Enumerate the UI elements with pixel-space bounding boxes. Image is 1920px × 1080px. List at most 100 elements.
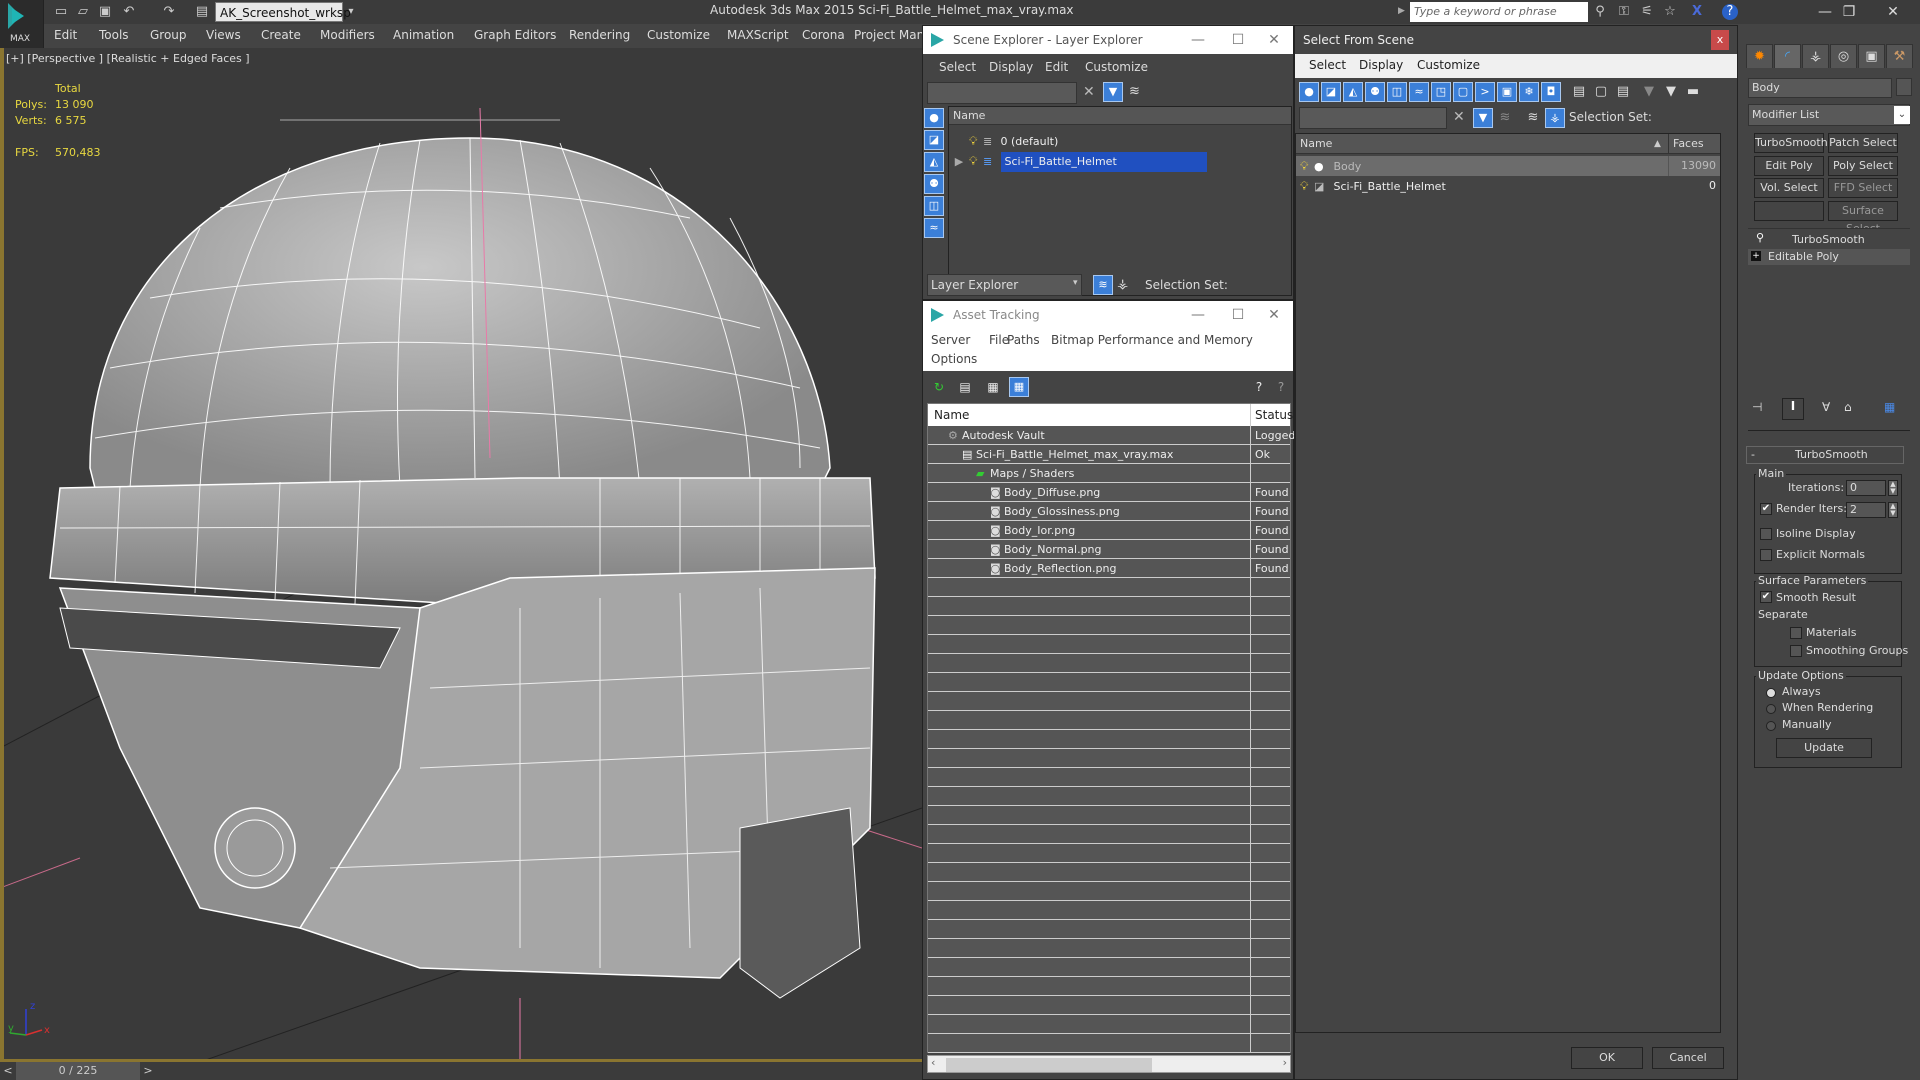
filter-icon[interactable]: ▼ (1639, 82, 1659, 102)
vol-select-button[interactable]: Vol. Select (1754, 178, 1824, 198)
visibility-bulb-icon[interactable]: 💡︎ (969, 151, 983, 171)
project-icon[interactable]: ▤ (193, 3, 211, 21)
column-name[interactable]: Name (934, 404, 969, 426)
render-iters-spinner[interactable]: ▲ ▼ (1888, 502, 1898, 518)
scene-explorer-titlebar[interactable]: Scene Explorer - Layer Explorer — ☐ ✕ (923, 26, 1293, 54)
materials-checkbox[interactable] (1790, 627, 1802, 639)
star-icon[interactable]: ☆ (1661, 3, 1679, 21)
ffd-select-button[interactable]: FFD Select (1828, 178, 1898, 198)
asset-row[interactable]: ▤ Sci-Fi_Battle_Helmet_max_vray.max Ok (928, 445, 1290, 464)
minimize-button[interactable]: — (1183, 301, 1213, 329)
containers-filter-icon[interactable]: ▣ (1497, 82, 1517, 102)
time-next-button[interactable]: > (140, 1062, 156, 1080)
asset-row[interactable]: ◙ Body_Glossiness.png Found (928, 502, 1290, 521)
close-button[interactable]: ✕ (1259, 301, 1289, 329)
chevron-down-icon[interactable]: ▾ (1073, 278, 1078, 288)
ok-button[interactable]: OK (1571, 1047, 1643, 1069)
maximize-button[interactable]: ☐ (1223, 26, 1253, 54)
scroll-thumb[interactable] (946, 1058, 1152, 1072)
surface-select-button[interactable]: Surface Select (1828, 201, 1898, 235)
menu-animation[interactable]: Animation (393, 28, 454, 42)
search-expand-icon[interactable]: ▶ (1398, 6, 1405, 16)
render-iters-checkbox[interactable]: ✔ (1760, 503, 1772, 515)
time-prev-button[interactable]: < (0, 1062, 16, 1080)
asset-row[interactable]: ⚙ Autodesk Vault Logged (928, 426, 1295, 445)
configure-sets-icon[interactable]: ▦ (1884, 400, 1895, 414)
workspace-dropdown[interactable]: AK_Screenshot_wrksp (215, 2, 351, 22)
menu-maxscript[interactable]: MAXScript (727, 28, 789, 42)
help-icon[interactable]: ? (1722, 4, 1738, 20)
visibility-bulb-icon[interactable]: 💡︎ (1300, 176, 1314, 196)
close-button[interactable]: x (1711, 30, 1729, 50)
minimize-button[interactable]: — (1183, 26, 1213, 54)
layer-row[interactable]: 💡︎ ≣ 0 (default) (969, 131, 1289, 151)
smoothing-groups-checkbox[interactable] (1790, 645, 1802, 657)
menu-edit[interactable]: Edit (54, 28, 77, 42)
menu-create[interactable]: Create (261, 28, 301, 42)
time-slider[interactable]: 0 / 225 (16, 1062, 140, 1080)
menu-graph-editors[interactable]: Graph Editors (474, 28, 556, 42)
menu-bitmap-performance[interactable]: Bitmap Performance and Memory (1051, 333, 1253, 347)
maximize-button[interactable]: ☐ (1223, 301, 1253, 329)
cameras-filter-icon[interactable]: ⚉ (1365, 82, 1385, 102)
helpers-filter-icon[interactable]: ◫ (1387, 82, 1407, 102)
display-none-icon[interactable]: ▢ (1591, 82, 1611, 102)
object-name-input[interactable]: Body (1748, 78, 1892, 98)
scroll-left-icon[interactable]: ‹ (931, 1056, 935, 1069)
spacewarps-filter-icon[interactable]: ≈ (1409, 82, 1429, 102)
show-end-result-icon[interactable]: I (1782, 398, 1804, 420)
save-icon[interactable]: ▣ (96, 3, 114, 21)
list-view-icon[interactable]: ▤ (955, 377, 975, 397)
thumbnail-view-icon[interactable]: ▦ (983, 377, 1003, 397)
iterations-input[interactable]: 0 (1846, 480, 1886, 496)
hierarchy-tab-icon[interactable]: ⚶ (1802, 44, 1829, 68)
edit-poly-button[interactable]: Edit Poly (1754, 156, 1824, 176)
filter-icon[interactable]: ▼ (1103, 82, 1123, 102)
x-icon[interactable]: X (1688, 3, 1706, 21)
column-faces[interactable]: Faces (1668, 134, 1720, 154)
menu-views[interactable]: Views (206, 28, 241, 42)
hierarchy-mode-icon[interactable]: ⚶ (1117, 277, 1128, 292)
menu-customize[interactable]: Customize (647, 28, 710, 42)
chevron-down-icon[interactable]: ⌄ (1894, 106, 1910, 124)
frozen-filter-icon[interactable]: ❄ (1519, 82, 1539, 102)
always-radio[interactable] (1766, 688, 1776, 698)
lights-filter-icon[interactable]: ◭ (924, 152, 944, 172)
update-button[interactable]: Update (1776, 738, 1872, 758)
column-status[interactable]: Status (1250, 404, 1293, 426)
help-icon[interactable]: ? (1271, 377, 1291, 397)
horizontal-scrollbar[interactable]: ‹ › (927, 1055, 1291, 1073)
spacewarps-filter-icon[interactable]: ≈ (924, 218, 944, 238)
render-iters-input[interactable]: 2 (1846, 502, 1886, 518)
menu-corona[interactable]: Corona (802, 28, 845, 42)
perspective-viewport[interactable] (0, 48, 922, 1062)
cameras-filter-icon[interactable]: ⚉ (924, 174, 944, 194)
menu-display[interactable]: Display (1359, 58, 1403, 72)
remove-modifier-icon[interactable]: ⌂ (1844, 400, 1852, 414)
modifier-list-dropdown[interactable]: Modifier List (1748, 104, 1910, 126)
menu-select[interactable]: Select (1309, 58, 1346, 72)
stack-item-row[interactable]: + Editable Poly (1748, 249, 1910, 265)
pin-stack-icon[interactable]: ⊣ (1752, 400, 1762, 414)
explorer-type-dropdown[interactable]: Layer Explorer (927, 274, 1082, 296)
asset-tracking-titlebar[interactable]: Asset Tracking — ☐ ✕ (923, 301, 1293, 329)
viewport-label[interactable]: [+] [Perspective ] [Realistic + Edged Fa… (6, 52, 250, 65)
menu-select[interactable]: Select (939, 60, 976, 74)
scroll-right-icon[interactable]: › (1283, 1056, 1287, 1069)
stack-item-turbosmooth[interactable]: TurboSmooth (1792, 233, 1865, 246)
when-rendering-radio[interactable] (1766, 704, 1776, 714)
binoculars-icon[interactable]: ⚲ (1591, 3, 1609, 21)
help-globe-icon[interactable]: ? (1249, 377, 1269, 397)
asset-row[interactable]: ◙ Body_Diffuse.png Found (928, 483, 1290, 502)
menu-rendering[interactable]: Rendering (569, 28, 630, 42)
clear-icon[interactable]: ✕ (1453, 109, 1465, 125)
menu-group[interactable]: Group (150, 28, 187, 42)
bulb-icon[interactable]: ⚲ (1756, 231, 1764, 244)
find-input[interactable] (1299, 107, 1447, 129)
lights-filter-icon[interactable]: ◭ (1343, 82, 1363, 102)
hidden-filter-icon[interactable]: ◘ (1541, 82, 1561, 102)
geometry-filter-icon[interactable]: ● (924, 108, 944, 128)
satellite-icon[interactable]: ⚟ (1638, 3, 1656, 21)
asset-row[interactable]: ▰ Maps / Shaders (928, 464, 1290, 483)
layer-highlight-icon[interactable]: ≋ (1495, 108, 1515, 128)
